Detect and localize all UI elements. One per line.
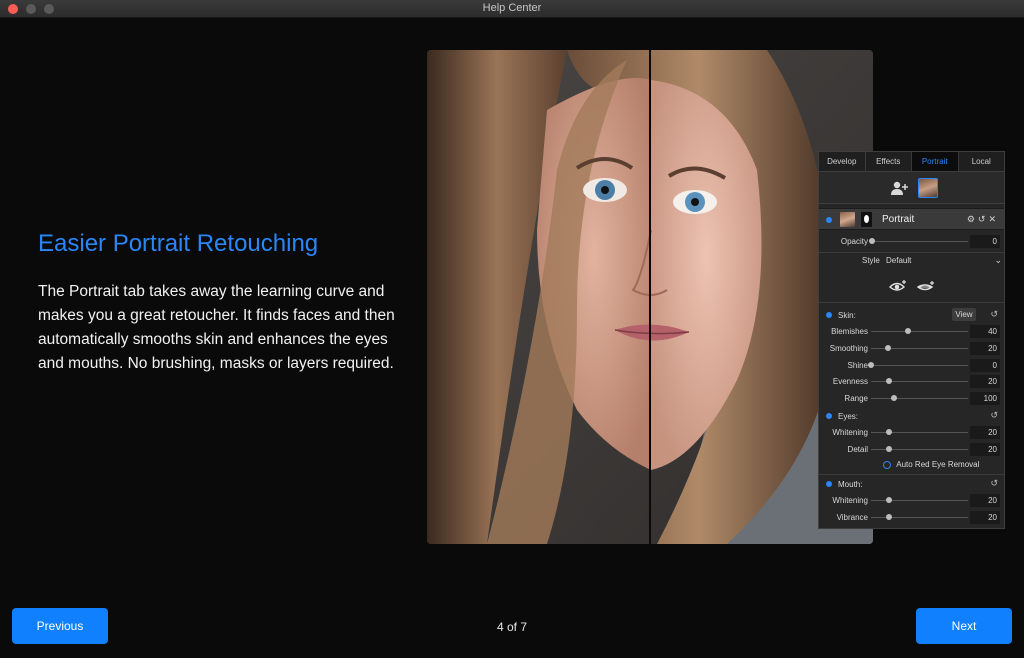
mouth-section-header: Mouth: ↺ <box>819 478 1004 492</box>
divider <box>819 252 1004 253</box>
shine-knob[interactable] <box>868 362 874 368</box>
mouth-vibrance-knob[interactable] <box>886 514 892 520</box>
eyes-label: Eyes: <box>838 412 859 421</box>
blemishes-slider[interactable]: Blemishes 40 <box>819 325 1004 339</box>
range-knob[interactable] <box>891 395 897 401</box>
page-indicator: 4 of 7 <box>496 620 528 634</box>
panel-tabs: Develop Effects Portrait Local <box>819 152 1004 172</box>
face-thumbnail[interactable] <box>918 178 938 198</box>
eyes-whitening-knob[interactable] <box>886 429 892 435</box>
eyes-detail-value[interactable]: 20 <box>970 443 1000 456</box>
chevron-down-icon: ⌄ <box>994 255 1002 265</box>
eyes-toggle-dot[interactable] <box>826 413 832 419</box>
eyes-reset-icon[interactable]: ↺ <box>990 410 998 421</box>
eyes-section-header: Eyes: ↺ <box>819 410 1004 424</box>
range-value[interactable]: 100 <box>970 392 1000 405</box>
skin-label: Skin: <box>838 311 856 320</box>
red-eye-checkbox[interactable]: Auto Red Eye Removal <box>883 460 979 472</box>
portrait-panel: Develop Effects Portrait Local Portrait … <box>818 151 1005 529</box>
layer-thumbnail <box>840 212 855 227</box>
eye-add-icon[interactable] <box>889 279 907 293</box>
evenness-label: Evenness <box>832 377 868 386</box>
before-after-photo <box>427 50 873 544</box>
mouth-add-icon[interactable] <box>917 280 935 293</box>
tab-local[interactable]: Local <box>959 152 1005 171</box>
skin-reset-icon[interactable]: ↺ <box>990 309 998 320</box>
shine-track[interactable] <box>871 365 968 366</box>
slide-description: The Portrait tab takes away the learning… <box>38 283 395 372</box>
shine-label: Shine <box>847 361 868 370</box>
shine-slider[interactable]: Shine 0 <box>819 359 1004 373</box>
divider <box>819 302 1004 303</box>
mouth-reset-icon[interactable]: ↺ <box>990 478 998 489</box>
window-titlebar: Help Center <box>0 0 1024 18</box>
red-eye-radio[interactable] <box>883 460 891 469</box>
window-title: Help Center <box>482 2 542 14</box>
layer-name: Portrait <box>882 214 915 225</box>
eyes-detail-slider[interactable]: Detail 20 <box>819 443 1004 457</box>
red-eye-label: Auto Red Eye Removal <box>896 460 980 470</box>
tab-develop[interactable]: Develop <box>819 152 866 171</box>
eyes-whitening-slider[interactable]: Whitening 20 <box>819 426 1004 440</box>
range-label: Range <box>844 394 868 403</box>
mouth-whitening-knob[interactable] <box>886 497 892 503</box>
next-button[interactable]: Next <box>916 608 1012 644</box>
tab-portrait[interactable]: Portrait <box>912 152 959 171</box>
smoothing-slider[interactable]: Smoothing 20 <box>819 342 1004 356</box>
mouth-whitening-label: Whitening <box>832 496 868 505</box>
smoothing-knob[interactable] <box>885 345 891 351</box>
opacity-track[interactable] <box>871 241 968 242</box>
blemishes-knob[interactable] <box>905 328 911 334</box>
gear-icon[interactable]: ⚙ <box>967 214 978 224</box>
range-track[interactable] <box>871 398 968 399</box>
evenness-knob[interactable] <box>886 378 892 384</box>
eyes-whitening-value[interactable]: 20 <box>970 426 1000 439</box>
eyes-detail-label: Detail <box>847 445 868 454</box>
close-icon[interactable]: ✕ <box>988 214 999 224</box>
layer-header[interactable]: Portrait ⚙↺✕ <box>819 208 1004 230</box>
style-value: Default <box>886 256 912 265</box>
shine-value[interactable]: 0 <box>970 359 1000 372</box>
divider <box>819 474 1004 475</box>
opacity-label: Opacity <box>840 237 868 246</box>
portrait-illustration <box>427 50 873 544</box>
mouth-whitening-value[interactable]: 20 <box>970 494 1000 507</box>
skin-toggle-dot[interactable] <box>826 312 832 318</box>
blemishes-track[interactable] <box>871 331 968 332</box>
tab-effects[interactable]: Effects <box>866 152 912 171</box>
style-label: Style <box>862 256 880 265</box>
add-face-icon[interactable] <box>891 181 909 195</box>
layer-actions: ⚙↺✕ <box>967 214 999 225</box>
eyes-whitening-label: Whitening <box>832 428 868 437</box>
slide-heading: Easier Portrait Retouching <box>38 230 319 257</box>
smoothing-value[interactable]: 20 <box>970 342 1000 355</box>
mouth-vibrance-label: Vibrance <box>836 513 868 522</box>
face-selector <box>819 172 1004 204</box>
range-slider[interactable]: Range 100 <box>819 392 1004 406</box>
previous-button[interactable]: Previous <box>12 608 108 644</box>
style-dropdown[interactable]: Style Default ⌄ <box>862 255 1002 270</box>
opacity-knob[interactable] <box>869 238 875 244</box>
skin-view-button[interactable]: View <box>952 308 976 321</box>
eyes-detail-knob[interactable] <box>886 446 892 452</box>
mouth-vibrance-value[interactable]: 20 <box>970 511 1000 524</box>
blemishes-label: Blemishes <box>831 327 868 336</box>
mouth-toggle-dot[interactable] <box>826 481 832 487</box>
evenness-value[interactable]: 20 <box>970 375 1000 388</box>
smoothing-label: Smoothing <box>829 344 868 353</box>
mouth-whitening-slider[interactable]: Whitening 20 <box>819 494 1004 508</box>
mouth-label: Mouth: <box>838 480 863 489</box>
layer-visibility-dot[interactable] <box>826 217 832 223</box>
skin-section-header: Skin: View ↺ <box>819 308 1004 323</box>
blemishes-value[interactable]: 40 <box>970 325 1000 338</box>
evenness-slider[interactable]: Evenness 20 <box>819 375 1004 389</box>
mouth-vibrance-slider[interactable]: Vibrance 20 <box>819 511 1004 525</box>
reset-icon[interactable]: ↺ <box>978 214 989 224</box>
opacity-value[interactable]: 0 <box>970 235 1000 248</box>
opacity-slider[interactable]: Opacity 0 <box>819 235 1004 249</box>
mask-thumbnail[interactable] <box>861 212 872 227</box>
